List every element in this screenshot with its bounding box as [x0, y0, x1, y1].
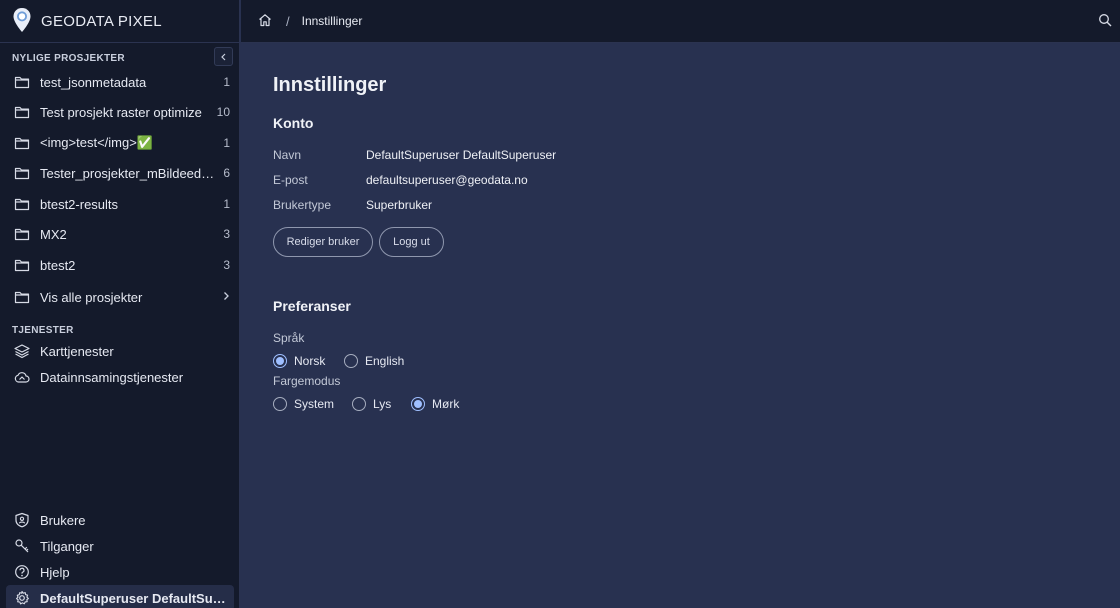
radio-label: System: [294, 397, 335, 411]
preferences-heading: Preferanser: [273, 298, 351, 314]
nav-label: Brukere: [40, 512, 86, 528]
logout-button[interactable]: Logg ut: [379, 227, 444, 257]
sidebar: GEODATA PIXEL NYLIGE PROSJEKTER test_jso…: [0, 0, 240, 608]
radio-selected[interactable]: [273, 354, 287, 368]
app-header: GEODATA PIXEL: [0, 0, 239, 43]
search-icon[interactable]: [1098, 13, 1112, 30]
sidebar-project-item[interactable]: Tester_prosjekter_mBildeed_n... 6: [6, 160, 234, 186]
project-label: Test prosjekt raster optimize: [40, 104, 202, 120]
sidebar-project-item[interactable]: MX2 3: [6, 221, 234, 247]
breadcrumb-current: Innstillinger: [301, 14, 363, 28]
project-label: Tester_prosjekter_mBildeed_n...: [40, 165, 220, 181]
folder-icon: [14, 226, 30, 242]
nav-label: Hjelp: [40, 564, 70, 580]
folder-icon: [14, 165, 30, 181]
page-title: Innstillinger: [273, 74, 387, 96]
project-count: 1: [223, 197, 230, 211]
cloud-icon: [14, 369, 30, 385]
sidebar-item-tilganger[interactable]: Tilganger: [6, 533, 234, 559]
edit-user-button[interactable]: Rediger bruker: [273, 227, 373, 257]
folder-icon: [14, 135, 30, 151]
name-label: Navn: [273, 148, 302, 162]
service-label: Karttjenester: [40, 343, 114, 359]
name-value: DefaultSuperuser DefaultSuperuser: [366, 148, 557, 162]
app-name[interactable]: GEODATA PIXEL: [41, 13, 162, 30]
nav-label: Tilganger: [40, 538, 94, 554]
project-label: btest2: [40, 257, 76, 273]
color-option-mork[interactable]: Mørk: [411, 397, 459, 411]
color-option-system[interactable]: System: [273, 397, 334, 411]
project-label: test_jsonmetadata: [40, 74, 147, 90]
breadcrumb-separator: /: [286, 13, 290, 29]
color-option-lys[interactable]: Lys: [352, 397, 391, 411]
sidebar-project-item[interactable]: btest2-results 1: [6, 191, 234, 217]
project-count: 3: [223, 227, 230, 241]
services-heading: TJENESTER: [12, 324, 74, 336]
recent-projects-heading: NYLIGE PROSJEKTER: [12, 52, 125, 64]
email-value: defaultsuperuser@geodata.no: [366, 173, 528, 187]
account-heading: Konto: [273, 115, 314, 131]
project-count: 1: [223, 75, 230, 89]
radio-unselected[interactable]: [344, 354, 358, 368]
project-count: 3: [223, 258, 230, 272]
map-pin-logo-icon: [12, 7, 32, 36]
radio-label: Norsk: [294, 354, 326, 368]
sidebar-project-item[interactable]: test_jsonmetadata 1: [6, 69, 234, 95]
folder-icon: [14, 196, 30, 212]
project-label: btest2-results: [40, 196, 119, 212]
show-all-label: Vis alle prosjekter: [40, 289, 143, 305]
sidebar-project-item[interactable]: <img>test</img>✅ 1: [6, 130, 234, 156]
radio-selected[interactable]: [411, 397, 425, 411]
folder-icon: [14, 104, 30, 120]
folder-icon: [14, 257, 30, 273]
sidebar-project-item[interactable]: Test prosjekt raster optimize 10: [6, 99, 234, 125]
language-label: Språk: [273, 331, 305, 345]
shield-user-icon: [14, 512, 30, 528]
color-mode-label: Fargemodus: [273, 374, 341, 388]
radio-unselected[interactable]: [273, 397, 287, 411]
project-label: <img>test</img>✅: [40, 135, 154, 150]
radio-label: Lys: [373, 397, 392, 411]
sidebar-project-item[interactable]: btest2 3: [6, 252, 234, 278]
radio-unselected[interactable]: [352, 397, 366, 411]
topbar: / Innstillinger: [241, 0, 1120, 43]
language-option-english[interactable]: English: [344, 354, 404, 368]
sidebar-item-datainnsamling[interactable]: Datainnsamingstjenester: [6, 364, 234, 390]
sidebar-item-user-settings[interactable]: DefaultSuperuser DefaultSuper...: [6, 585, 234, 608]
usertype-label: Brukertype: [273, 198, 332, 212]
folder-icon: [14, 289, 30, 305]
project-label: MX2: [40, 226, 67, 242]
sidebar-item-hjelp[interactable]: Hjelp: [6, 559, 234, 585]
sidebar-item-brukere[interactable]: Brukere: [6, 507, 234, 533]
radio-label: English: [365, 354, 405, 368]
collapse-sidebar-button[interactable]: [214, 47, 233, 66]
project-count: 10: [216, 105, 230, 119]
sidebar-item-karttjenester[interactable]: Karttjenester: [6, 338, 234, 364]
project-count: 6: [223, 166, 230, 180]
email-label: E-post: [273, 173, 308, 187]
chevron-left-icon: [220, 53, 225, 60]
key-icon: [14, 538, 30, 554]
show-all-projects-link[interactable]: Vis alle prosjekter: [6, 284, 234, 310]
user-name-label: DefaultSuperuser DefaultSuper...: [40, 590, 230, 606]
chevron-right-icon: [222, 290, 230, 304]
usertype-value: Superbruker: [366, 198, 433, 212]
layers-icon: [14, 343, 30, 359]
language-option-norsk[interactable]: Norsk: [273, 354, 325, 368]
gear-icon: [14, 590, 30, 606]
radio-label: Mørk: [432, 397, 460, 411]
service-label: Datainnsamingstjenester: [40, 369, 184, 385]
project-count: 1: [223, 136, 230, 150]
help-icon: [14, 564, 30, 580]
home-icon[interactable]: [258, 13, 272, 30]
folder-icon: [14, 74, 30, 90]
